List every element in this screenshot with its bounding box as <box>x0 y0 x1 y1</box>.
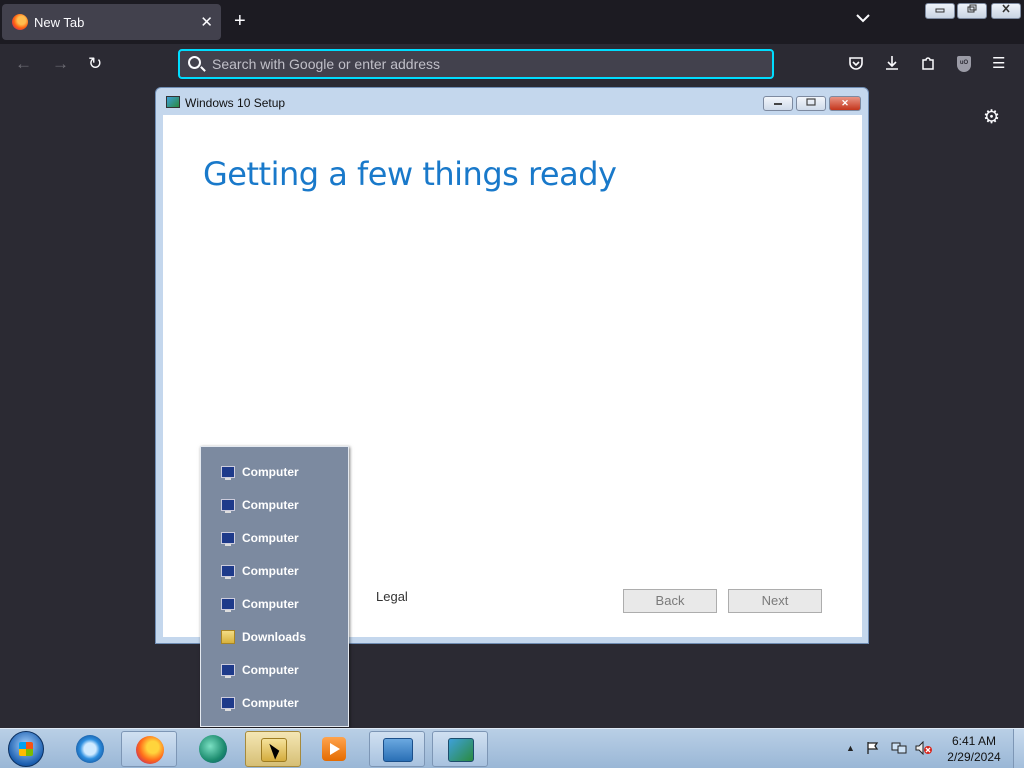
back-icon[interactable]: ← <box>15 54 32 74</box>
jump-list-item-label: Computer <box>242 531 299 545</box>
legal-link[interactable]: Legal <box>376 589 408 604</box>
setup-close-button[interactable]: ✕ <box>829 96 861 111</box>
jump-list-item[interactable]: Computer <box>221 594 299 614</box>
browser-restore-button[interactable] <box>957 3 987 19</box>
taskbar: ▲ 6:41 AM 2/29/2024 <box>0 728 1024 768</box>
jump-list-item[interactable]: Downloads <box>221 627 306 647</box>
jump-list-item[interactable]: Computer <box>221 660 299 680</box>
jump-list-item-label: Computer <box>242 498 299 512</box>
control-panel-icon <box>383 738 413 762</box>
menu-icon[interactable]: ☰ <box>992 55 1005 73</box>
start-button[interactable] <box>8 731 44 767</box>
taskbar-control-panel[interactable] <box>369 731 425 767</box>
show-desktop-button[interactable] <box>1013 729 1024 768</box>
computer-icon <box>221 598 235 612</box>
computer-icon <box>221 565 235 579</box>
browser-close-button[interactable] <box>991 3 1021 19</box>
taskbar-media-player[interactable] <box>306 731 362 767</box>
taskbar-internet-explorer[interactable] <box>62 731 118 767</box>
jump-list-item-label: Computer <box>242 564 299 578</box>
firefox-icon <box>136 736 164 764</box>
computer-icon <box>221 664 235 678</box>
browser-minimize-button[interactable] <box>925 3 955 19</box>
new-tab-button[interactable]: + <box>234 10 246 32</box>
setup-heading: Getting a few things ready <box>203 155 617 193</box>
taskbar-firefox[interactable] <box>121 731 177 767</box>
forward-icon[interactable]: → <box>52 54 69 74</box>
browser-toolbar: ← → ↻ Search with Google or enter addres… <box>0 44 1024 85</box>
jump-list-item-label: Computer <box>242 696 299 710</box>
tab-title: New Tab <box>34 14 85 30</box>
system-clock[interactable]: 6:41 AM 2/29/2024 <box>940 733 1008 765</box>
setup-minimize-button[interactable] <box>763 96 793 111</box>
explorer-jump-list: Computer Computer Computer Computer Comp… <box>200 446 349 727</box>
network-icon[interactable] <box>891 741 907 758</box>
firefox-icon <box>12 14 28 30</box>
tab-close-icon[interactable]: ✕ <box>200 13 213 31</box>
setup-window-title: Windows 10 Setup <box>185 96 286 110</box>
jump-list-item[interactable]: Computer <box>221 462 299 482</box>
setup-maximize-button[interactable] <box>796 96 826 111</box>
url-placeholder: Search with Google or enter address <box>212 56 441 72</box>
jump-list-item[interactable]: Computer <box>221 495 299 515</box>
jump-list-item-label: Computer <box>242 465 299 479</box>
jump-list-item[interactable]: Computer <box>221 528 299 548</box>
pocket-icon[interactable] <box>848 55 864 76</box>
downloads-icon[interactable] <box>884 55 900 76</box>
taskbar-edge[interactable] <box>185 731 241 767</box>
taskbar-windows-setup[interactable] <box>432 731 488 767</box>
reload-icon[interactable]: ↻ <box>88 54 102 74</box>
jump-list-item[interactable]: Computer <box>221 693 299 713</box>
folder-icon <box>221 630 235 644</box>
action-center-flag-icon[interactable] <box>866 741 880 758</box>
computer-icon <box>221 697 235 711</box>
media-player-icon <box>322 737 346 761</box>
newtab-settings-icon[interactable]: ⚙ <box>983 106 1000 129</box>
browser-tab-bar: New Tab ✕ + <box>0 0 1024 44</box>
jump-list-item-label: Computer <box>242 597 299 611</box>
edge-icon <box>199 735 227 763</box>
computer-icon <box>221 499 235 513</box>
jump-list-item-label: Computer <box>242 663 299 677</box>
back-button[interactable]: Back <box>623 589 717 613</box>
computer-icon <box>221 532 235 546</box>
jump-list-item[interactable]: Computer <box>221 561 299 581</box>
extensions-icon[interactable] <box>920 55 936 76</box>
jump-list-item-label: Downloads <box>242 630 307 644</box>
clock-date: 2/29/2024 <box>947 750 1001 764</box>
computer-icon <box>221 466 235 480</box>
next-button[interactable]: Next <box>728 589 822 613</box>
ublock-origin-icon[interactable]: uO <box>957 56 971 72</box>
volume-muted-icon[interactable] <box>915 740 933 758</box>
setup-app-icon <box>166 96 180 108</box>
url-bar[interactable]: Search with Google or enter address <box>178 49 774 79</box>
search-icon <box>188 56 201 69</box>
internet-explorer-icon <box>76 735 104 763</box>
show-hidden-icons-icon[interactable]: ▲ <box>846 743 855 753</box>
clock-time: 6:41 AM <box>951 734 997 748</box>
tab-new-tab[interactable]: New Tab ✕ <box>2 4 221 40</box>
setup-app-icon <box>448 738 474 762</box>
list-all-tabs-icon[interactable] <box>856 12 870 26</box>
